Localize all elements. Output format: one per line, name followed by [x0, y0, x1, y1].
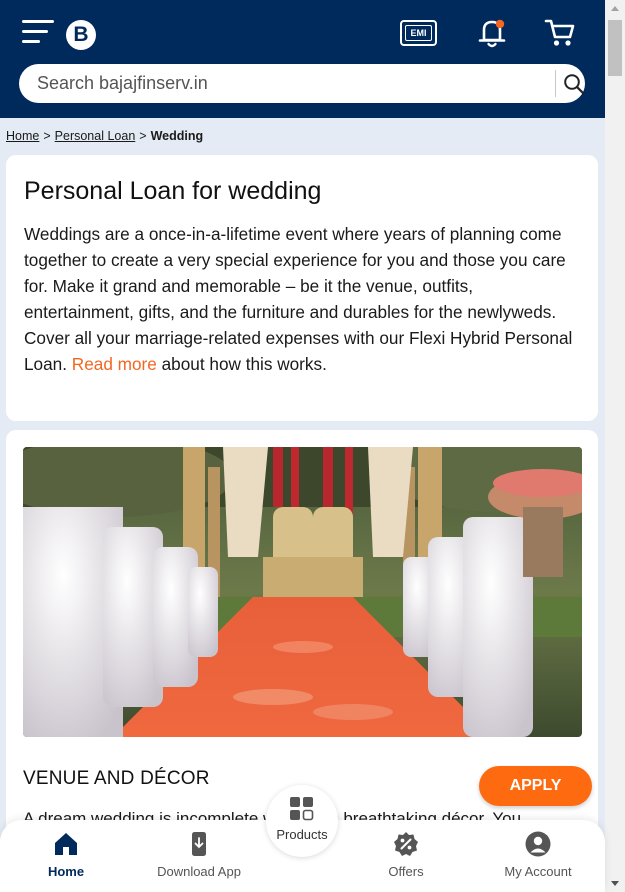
- offer-badge-icon: [392, 830, 420, 858]
- scroll-up-arrow-icon[interactable]: [605, 0, 625, 18]
- nav-item-my-account[interactable]: My Account: [483, 820, 593, 892]
- home-icon: [52, 830, 80, 858]
- wedding-venue-image: [23, 447, 582, 737]
- page-scrollbar[interactable]: [605, 0, 625, 892]
- nav-label-offers: Offers: [388, 864, 424, 879]
- intro-card: Personal Loan for wedding Weddings are a…: [6, 155, 598, 421]
- intro-paragraph: Weddings are a once-in-a-lifetime event …: [24, 221, 584, 377]
- nav-label-download-app: Download App: [157, 864, 241, 879]
- nav-item-home[interactable]: Home: [11, 820, 121, 892]
- breadcrumb-current: Wedding: [150, 129, 204, 143]
- products-label: Products: [276, 827, 328, 842]
- breadcrumb-separator: >: [43, 129, 51, 143]
- search-input[interactable]: [37, 64, 537, 103]
- apply-button[interactable]: APPLY: [479, 766, 592, 806]
- breadcrumb-home[interactable]: Home: [6, 129, 39, 143]
- nav-label-my-account: My Account: [504, 864, 572, 879]
- account-icon: [524, 830, 552, 858]
- intro-text-tail: about how this works.: [156, 354, 327, 374]
- nav-label-home: Home: [47, 864, 85, 879]
- products-grid-icon: [288, 795, 316, 823]
- phone-download-icon: [185, 830, 213, 858]
- site-header: B EMI: [0, 0, 605, 118]
- notification-bell-icon[interactable]: [476, 16, 508, 50]
- intro-text-main: Weddings are a once-in-a-lifetime event …: [24, 224, 573, 374]
- bajaj-logo[interactable]: B: [66, 20, 96, 50]
- breadcrumb-separator: >: [139, 129, 147, 143]
- breadcrumb-personal-loan[interactable]: Personal Loan: [55, 129, 136, 143]
- notification-dot: [495, 19, 505, 29]
- read-more-link[interactable]: Read more: [72, 354, 157, 374]
- page-title: Personal Loan for wedding: [24, 177, 322, 205]
- menu-icon[interactable]: [22, 20, 56, 46]
- nav-item-offers[interactable]: Offers: [351, 820, 461, 892]
- products-button[interactable]: Products: [266, 785, 338, 857]
- emi-card-icon[interactable]: EMI: [400, 20, 437, 46]
- scrollbar-thumb[interactable]: [608, 20, 622, 76]
- breadcrumb: Home > Personal Loan > Wedding: [6, 129, 203, 143]
- search-icon[interactable]: [563, 73, 585, 95]
- emi-label: EMI: [405, 25, 432, 41]
- search-divider: [555, 70, 556, 97]
- scroll-down-arrow-icon[interactable]: [605, 874, 625, 892]
- section-title: VENUE AND DÉCOR: [23, 768, 210, 789]
- search-bar: [19, 64, 585, 103]
- nav-item-download-app[interactable]: Download App: [144, 820, 254, 892]
- cart-icon[interactable]: [544, 18, 576, 48]
